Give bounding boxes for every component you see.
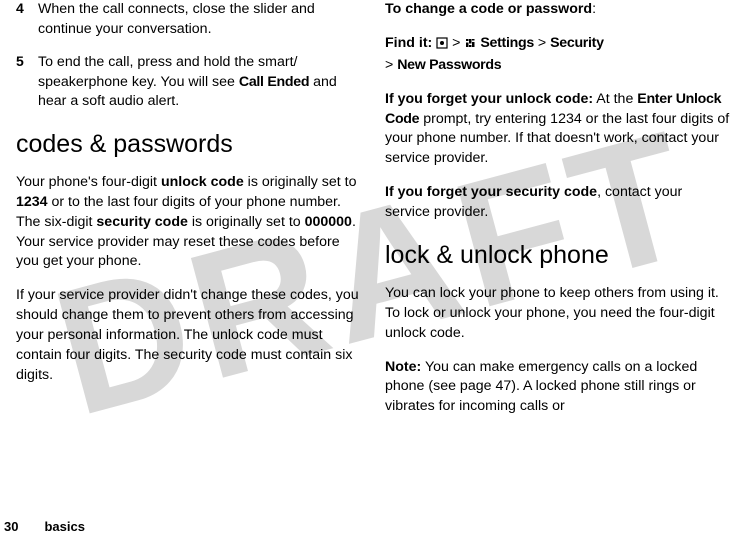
forgot-unlock-label: If you forget your unlock code: [385,91,593,107]
right-column: To change a code or password: Find it: >… [373,0,742,431]
forgot-unlock-para: If you forget your unlock code: At the E… [385,90,730,170]
step-number: 4 [16,0,38,39]
default-unlock: 1234 [16,194,48,210]
sep: > [385,57,397,73]
step-text: To end the call, press and hold the smar… [38,53,361,112]
page-footer: 30 basics [4,519,85,534]
colon: : [592,1,596,17]
section-name: basics [44,519,84,534]
note-label: Note: [385,359,421,375]
sep: > [534,35,550,51]
center-key-icon [436,36,448,56]
paragraph-change-codes: If your service provider didn't change t… [16,286,361,385]
step-4: 4 When the call connects, close the slid… [16,0,361,39]
paragraph-note: Note: You can make emergency calls on a … [385,358,730,418]
change-code-label: To change a code or password [385,1,592,17]
step-5: 5 To end the call, press and hold the sm… [16,53,361,112]
default-security: 000000 [305,214,352,230]
menu-security: Security [550,35,604,51]
find-it-label: Find it: [385,35,436,51]
text: At the [593,91,637,107]
change-code-line: To change a code or password: [385,0,730,20]
page-content: 4 When the call connects, close the slid… [0,0,752,431]
find-it-path: Find it: > Settings > Security> New Pass… [385,34,730,76]
text: You can make emergency calls on a locked… [385,359,697,415]
page-number: 30 [4,519,18,534]
text: Your phone's four-digit [16,174,161,190]
call-ended-label: Call Ended [239,74,309,90]
paragraph-lock-phone: You can lock your phone to keep others f… [385,284,730,344]
menu-new-passwords: New Passwords [397,57,501,73]
forgot-security-para: If you forget your security code, contac… [385,183,730,223]
step-number: 5 [16,53,38,112]
step-text: When the call connects, close the slider… [38,0,361,39]
heading-codes-passwords: codes & passwords [16,130,361,159]
settings-icon [464,36,476,56]
security-code-label: security code [96,214,187,230]
text: prompt, try entering 1234 or the last fo… [385,111,729,167]
text: is originally set to [188,214,305,230]
forgot-security-label: If you forget your security code [385,184,597,200]
unlock-code-label: unlock code [161,174,244,190]
left-column: 4 When the call connects, close the slid… [4,0,373,431]
paragraph-unlock-code: Your phone's four-digit unlock code is o… [16,173,361,272]
text: is originally set to [244,174,357,190]
sep: > [448,35,464,51]
heading-lock-unlock: lock & unlock phone [385,241,730,270]
menu-settings: Settings [480,35,534,51]
